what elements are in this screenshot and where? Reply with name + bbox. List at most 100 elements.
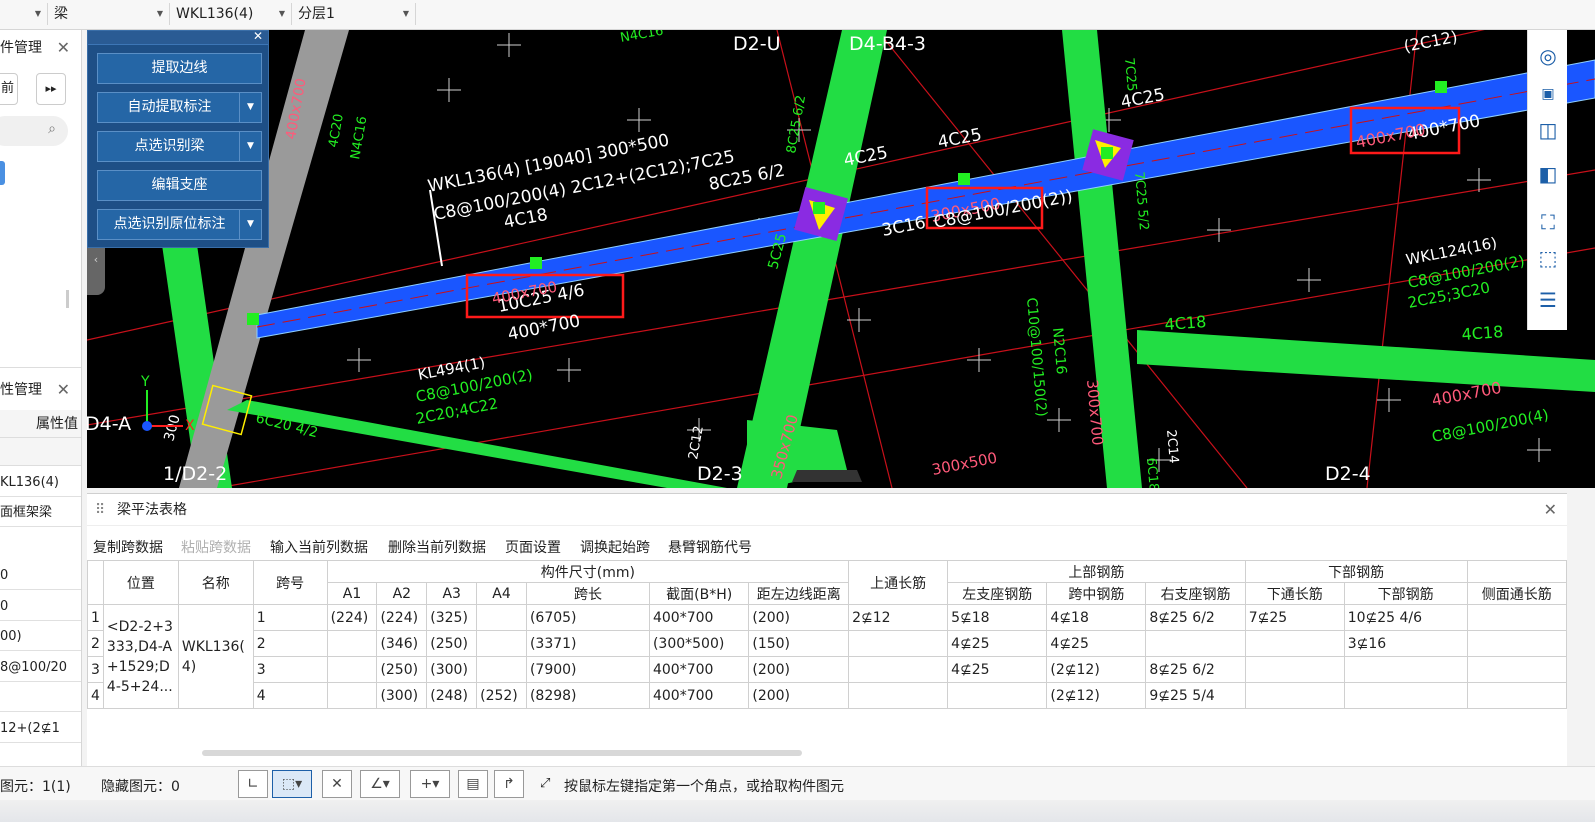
bottom-main-cell[interactable]: 3⊈16 [1343,630,1468,657]
col-name[interactable]: 名称 [177,560,254,605]
section-cell[interactable]: 400*700 [648,682,750,709]
cross-select-toggle[interactable]: ✕ [322,770,352,798]
page-setup-button[interactable]: 页面设置 [505,537,561,557]
a3-cell[interactable]: (248) [426,682,478,709]
search-input[interactable]: ⌕ [0,116,68,146]
property-top-rebar[interactable]: 12+(2⊈1 [0,715,81,743]
close-icon[interactable]: ✕ [253,29,263,43]
table-row[interactable]: 3 3 (250) (300) (7900) 400*700 (200) 4⊈2… [87,656,1568,683]
a1-cell[interactable] [326,630,378,657]
a3-cell[interactable]: (250) [426,630,478,657]
component-type-combo[interactable]: 梁 ▼ [50,3,170,25]
ortho-toggle[interactable]: ∟ [238,770,268,798]
side-cell[interactable] [1466,630,1568,657]
floor-combo[interactable]: ▼ [0,3,48,25]
col-span[interactable]: 跨号 [252,560,328,605]
section-cell[interactable]: 400*700 [648,604,750,631]
a2-cell[interactable]: (250) [376,656,428,683]
col-a2[interactable]: A2 [376,582,428,605]
tool-panel-header[interactable]: ✕ [88,29,268,45]
a3-cell[interactable]: (325) [426,604,478,631]
table-row[interactable]: 1 <D2-2+3 333,D4-A +1529;D 4-5+24... WKL… [87,604,1568,709]
col-a1[interactable]: A1 [326,582,378,605]
component-name-combo[interactable]: WKL136(4) ▼ [172,3,292,25]
distance-cell[interactable]: (200) [748,604,850,631]
span-cell[interactable]: 1 [252,604,328,631]
mid-span-cell[interactable]: 4⊈25 [1046,630,1147,657]
bottom-through-cell[interactable] [1244,630,1345,657]
name-cell[interactable]: WKL136( 4) [177,604,254,709]
bottom-through-cell[interactable] [1244,656,1345,683]
table-row[interactable]: 4 4 (300) (248) (252) (8298) 400*700 (20… [87,682,1568,709]
property-empty[interactable] [0,684,81,712]
col-top-rebar[interactable]: 上部钢筋 [947,560,1246,583]
property-name[interactable]: KL136(4) [0,469,81,497]
distance-cell[interactable]: (200) [748,656,850,683]
delete-column-data-button[interactable]: 删除当前列数据 [388,537,486,557]
span-length-cell[interactable]: (8298) [525,682,650,709]
selected-item-marker[interactable] [0,161,5,185]
property-type[interactable]: 面框架梁 [0,499,81,527]
position-cell[interactable]: <D2-2+3 333,D4-A +1529;D 4-5+24... [102,604,179,709]
property-height[interactable]: 0 [0,593,81,621]
side-cell[interactable] [1466,656,1568,683]
bottom-through-cell[interactable] [1244,682,1345,709]
edit-support-button[interactable]: 编辑支座 [97,170,262,201]
col-bottom-through[interactable]: 下通长筋 [1244,582,1345,605]
copy-span-data-button[interactable]: 复制跨数据 [93,537,163,557]
col-bottom-main[interactable]: 下部钢筋 [1343,582,1468,605]
input-column-data-button[interactable]: 输入当前列数据 [270,537,368,557]
section-cell[interactable]: (300*500) [648,630,750,657]
dropdown-arrow-icon[interactable]: ▼ [239,210,261,239]
bottom-main-cell[interactable] [1343,656,1468,683]
col-mid-span[interactable]: 跨中钢筋 [1046,582,1147,605]
col-bottom-rebar[interactable]: 下部钢筋 [1244,560,1468,583]
dropdown-arrow-icon[interactable]: ▼ [239,93,261,122]
bottom-main-cell[interactable]: 10⊈25 4/6 [1343,604,1468,631]
beam-green-horizontal[interactable] [1137,330,1595,392]
side-cell[interactable] [1466,682,1568,709]
side-cell[interactable] [1466,604,1568,631]
cad-drawing[interactable]: D2-U D4-B4-3 D4-A 1/D2-2 D2-3 D2-4 WKL13… [87,30,1595,488]
horizontal-scrollbar[interactable] [202,750,802,756]
snap-toggle[interactable]: ⬚▾ [272,770,312,798]
close-icon[interactable]: ✕ [57,34,70,62]
span-cell[interactable]: 4 [252,682,328,709]
a2-cell[interactable]: (346) [376,630,428,657]
cantilever-rebar-code-button[interactable]: 悬臂钢筋代号 [668,537,752,557]
bottom-main-cell[interactable] [1343,682,1468,709]
col-a4[interactable]: A4 [476,582,527,605]
left-support-cell[interactable]: 4⊈25 [947,656,1048,683]
auto-extract-label-button[interactable]: 自动提取标注 ▼ [97,92,262,123]
offset-toggle[interactable]: +▾ [410,770,450,798]
right-support-cell[interactable]: 9⊈25 5/4 [1145,682,1246,709]
properties-list-icon[interactable]: ☰ [1534,286,1562,314]
col-position[interactable]: 位置 [102,560,179,605]
pick-identify-beam-button[interactable]: 点选识别梁 ▼ [97,131,262,162]
dropdown-arrow-icon[interactable]: ▼ [239,132,261,161]
top-through-cell[interactable] [848,656,949,683]
property-width[interactable]: 0 [0,562,81,590]
col-section[interactable]: 截面(B*H) [648,582,750,605]
left-support-cell[interactable] [947,682,1048,709]
close-icon[interactable]: ✕ [57,376,70,404]
close-icon[interactable]: ✕ [1544,494,1557,526]
a1-cell[interactable] [326,656,378,683]
a4-cell[interactable] [476,604,527,631]
table-row[interactable]: 2 2 (346) (250) (3371) (300*500) (150) 4… [87,630,1568,657]
col-a3[interactable]: A3 [426,582,478,605]
property-axis-distance[interactable]: 00) [0,623,81,651]
span-cell[interactable]: 2 [252,630,328,657]
col-left-distance[interactable]: 距左边线距离 [748,582,850,605]
right-support-cell[interactable] [1145,630,1246,657]
col-span-length[interactable]: 跨长 [525,582,650,605]
a2-cell[interactable]: (300) [376,682,428,709]
col-side-through[interactable]: 侧面通长筋 [1466,582,1568,605]
scroll-thumb[interactable] [66,290,69,308]
distance-cell[interactable]: (150) [748,630,850,657]
col-right-support[interactable]: 右支座钢筋 [1145,582,1246,605]
paste-span-data-button[interactable]: 粘贴跨数据 [181,537,251,557]
display-toggle[interactable]: ▤ [458,770,488,798]
arc-toggle[interactable]: ↱ [494,770,524,798]
top-through-cell[interactable]: 2⊈12 [848,604,949,631]
